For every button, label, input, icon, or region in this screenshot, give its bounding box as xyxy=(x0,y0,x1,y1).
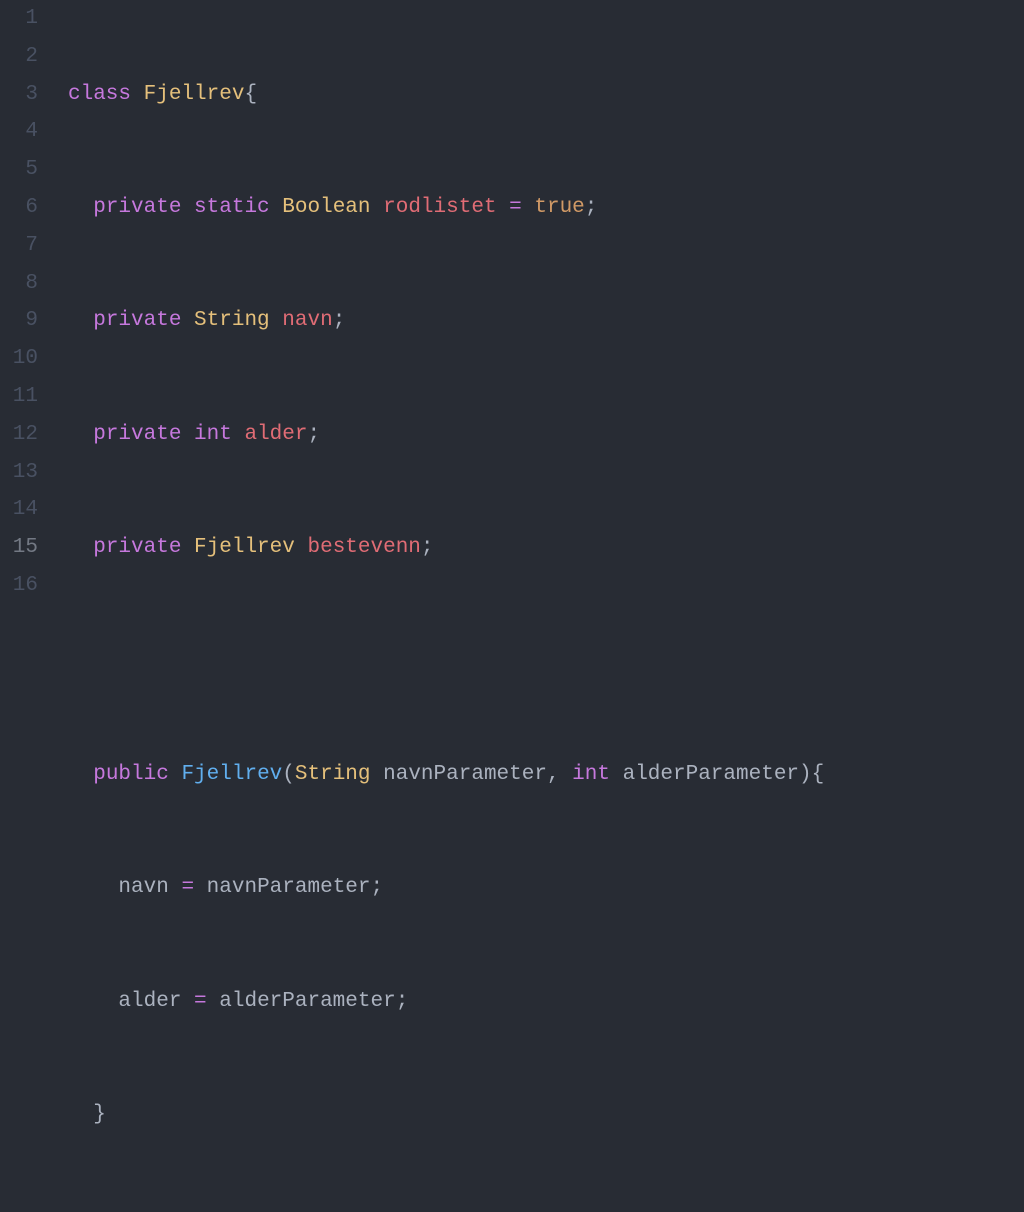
ref-alder: alder xyxy=(118,990,181,1013)
keyword-private: private xyxy=(93,423,181,446)
semicolon: ; xyxy=(333,309,346,332)
code-line[interactable]: private int alder; xyxy=(68,416,1024,454)
code-line[interactable]: private static Boolean rodlistet = true; xyxy=(68,189,1024,227)
ref-navn: navn xyxy=(118,876,168,899)
line-number: 3 xyxy=(0,76,38,114)
semicolon: ; xyxy=(371,876,384,899)
brace-open: { xyxy=(812,763,825,786)
code-editor[interactable]: 1 2 3 4 5 6 7 8 9 10 11 12 13 14 15 16 c… xyxy=(0,0,1024,606)
keyword-private: private xyxy=(93,196,181,219)
line-number: 1 xyxy=(0,0,38,38)
brace-open: { xyxy=(244,83,257,106)
semicolon: ; xyxy=(421,536,434,559)
code-line-empty[interactable] xyxy=(68,643,1024,681)
semicolon: ; xyxy=(585,196,598,219)
line-number: 4 xyxy=(0,113,38,151)
line-number: 9 xyxy=(0,302,38,340)
keyword-public: public xyxy=(93,763,169,786)
field-alder: alder xyxy=(244,423,307,446)
paren-close: ) xyxy=(799,763,812,786)
code-line[interactable]: navn = navnParameter; xyxy=(68,869,1024,907)
line-number: 16 xyxy=(0,567,38,605)
paren-open: ( xyxy=(282,763,295,786)
keyword-private: private xyxy=(93,309,181,332)
type-boolean: Boolean xyxy=(282,196,370,219)
type-fjellrev: Fjellrev xyxy=(144,83,245,106)
keyword-static: static xyxy=(194,196,270,219)
semicolon: ; xyxy=(307,423,320,446)
keyword-int: int xyxy=(194,423,232,446)
literal-true: true xyxy=(534,196,584,219)
field-navn: navn xyxy=(282,309,332,332)
ref-alderParameter: alderParameter xyxy=(219,990,395,1013)
op-assign: = xyxy=(194,990,207,1013)
param-navnParameter: navnParameter xyxy=(383,763,547,786)
type-string: String xyxy=(194,309,270,332)
code-line[interactable]: alder = alderParameter; xyxy=(68,983,1024,1021)
line-number: 6 xyxy=(0,189,38,227)
code-line[interactable]: } xyxy=(68,1096,1024,1134)
line-number: 8 xyxy=(0,265,38,303)
constructor-fjellrev: Fjellrev xyxy=(181,763,282,786)
line-number: 10 xyxy=(0,340,38,378)
line-number-gutter: 1 2 3 4 5 6 7 8 9 10 11 12 13 14 15 16 xyxy=(0,0,50,606)
line-number: 14 xyxy=(0,491,38,529)
param-alderParameter: alderParameter xyxy=(623,763,799,786)
brace-close: } xyxy=(93,1103,106,1126)
code-line[interactable]: public void setRodlistet(Boolean rodlist… xyxy=(68,1210,1024,1212)
line-number: 2 xyxy=(0,38,38,76)
code-line[interactable]: class Fjellrev{ xyxy=(68,76,1024,114)
ref-navnParameter: navnParameter xyxy=(207,876,371,899)
keyword-class: class xyxy=(68,83,131,106)
line-number: 13 xyxy=(0,454,38,492)
field-bestevenn: bestevenn xyxy=(307,536,420,559)
line-number-current: 15 xyxy=(0,529,38,567)
code-line[interactable]: public Fjellrev(String navnParameter, in… xyxy=(68,756,1024,794)
code-line[interactable]: private String navn; xyxy=(68,302,1024,340)
op-assign: = xyxy=(181,876,194,899)
comma: , xyxy=(547,763,560,786)
keyword-private: private xyxy=(93,536,181,559)
line-number: 11 xyxy=(0,378,38,416)
code-area[interactable]: class Fjellrev{ private static Boolean r… xyxy=(50,0,1024,606)
semicolon: ; xyxy=(396,990,409,1013)
op-assign: = xyxy=(509,196,522,219)
line-number: 12 xyxy=(0,416,38,454)
field-rodlistet: rodlistet xyxy=(383,196,496,219)
keyword-int: int xyxy=(572,763,610,786)
line-number: 7 xyxy=(0,227,38,265)
line-number: 5 xyxy=(0,151,38,189)
type-string: String xyxy=(295,763,371,786)
code-line[interactable]: private Fjellrev bestevenn; xyxy=(68,529,1024,567)
type-fjellrev: Fjellrev xyxy=(194,536,295,559)
